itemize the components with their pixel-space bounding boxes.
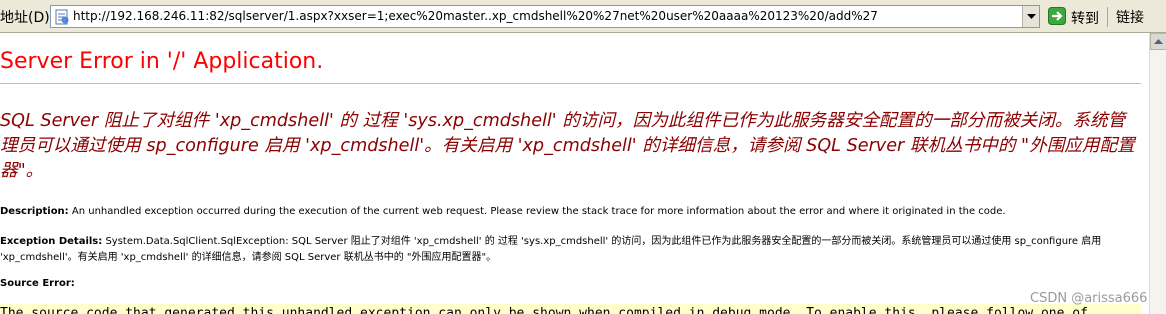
source-error-label: Source Error: xyxy=(0,278,75,289)
address-input[interactable]: http://192.168.246.11:82/sqlserver/1.asp… xyxy=(50,5,1040,28)
page-title: Server Error in '/' Application. xyxy=(0,49,324,74)
title-divider xyxy=(0,83,1141,84)
description-label: Description: xyxy=(0,206,69,217)
links-button[interactable]: 链接 xyxy=(1116,7,1144,27)
exception-text: System.Data.SqlClient.SqlException: SQL … xyxy=(0,236,1102,263)
scroll-up-button[interactable] xyxy=(1150,33,1166,50)
address-label: 地址(D) xyxy=(0,10,50,26)
description-row: Description: An unhandled exception occu… xyxy=(0,206,1141,217)
green-arrow-icon xyxy=(1048,7,1066,25)
error-message: SQL Server 阻止了对组件 'xp_cmdshell' 的 过程 'sy… xyxy=(0,111,1135,181)
ie-page-icon xyxy=(55,9,69,25)
exception-details-row: Exception Details: System.Data.SqlClient… xyxy=(0,234,1141,266)
source-error-box: The source code that generated this unha… xyxy=(0,304,1141,314)
vertical-scrollbar[interactable] xyxy=(1149,33,1166,314)
address-url: http://192.168.246.11:82/sqlserver/1.asp… xyxy=(73,9,878,23)
description-text: An unhandled exception occurred during t… xyxy=(71,206,1006,217)
csdn-watermark: CSDN @arissa666 xyxy=(1030,291,1148,306)
toolbar-separator xyxy=(1107,7,1108,27)
exception-label: Exception Details: xyxy=(0,236,103,247)
address-dropdown-button[interactable] xyxy=(1022,6,1039,27)
page-content: Server Error in '/' Application. SQL Ser… xyxy=(0,33,1149,314)
chevron-down-icon xyxy=(1027,14,1036,19)
address-toolbar: 地址(D) http://192.168.246.11:82/sqlserver… xyxy=(0,0,1166,33)
go-label: 转到 xyxy=(1071,11,1099,27)
source-snippet: The source code that generated this unha… xyxy=(0,306,1088,314)
chevron-up-icon xyxy=(1154,39,1163,44)
go-button[interactable]: 转到 xyxy=(1046,5,1106,28)
